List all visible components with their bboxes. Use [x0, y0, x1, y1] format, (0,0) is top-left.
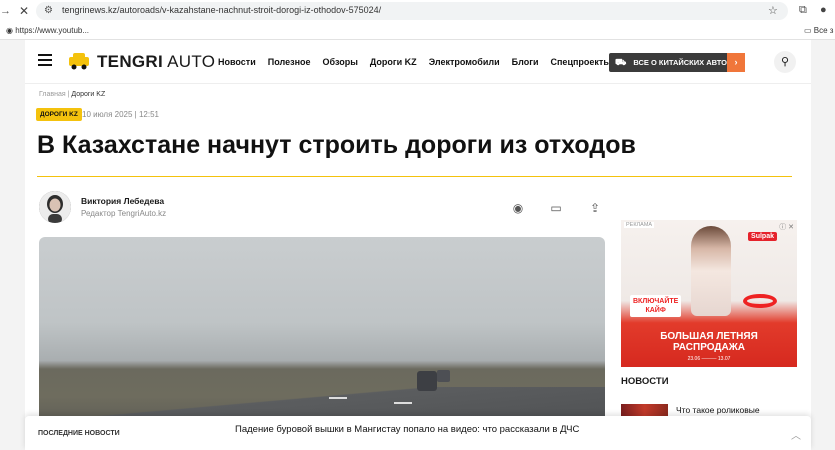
address-bar[interactable]: ⚙ tengrinews.kz/autoroads/v-kazahstane-n…	[36, 2, 788, 20]
news-section-title: НОВОСТИ	[621, 376, 669, 387]
ad-ring-shape	[743, 294, 777, 308]
ad-cta-line1: ВКЛЮЧАЙТЕ	[633, 298, 679, 305]
latest-news-headline[interactable]: Падение буровой вышки в Мангистау попало…	[235, 424, 579, 435]
page: TENGRI AUTO Новости Полезное Обзоры Доро…	[25, 40, 811, 450]
latest-news-bar[interactable]: ПОСЛЕДНИЕ НОВОСТИ Падение буровой вышки …	[25, 416, 811, 450]
comments-icon[interactable]: ▭	[547, 199, 565, 217]
nav-blogs[interactable]: Блоги	[512, 57, 539, 68]
nav-special-label: Спецпроекты	[550, 57, 612, 67]
chinese-cars-button[interactable]: ⛟ ВСЕ О КИТАЙСКИХ АВТО ›	[609, 53, 745, 72]
menu-icon[interactable]	[38, 54, 52, 66]
chevron-up-icon[interactable]: ︿	[791, 427, 801, 442]
url-text[interactable]: tengrinews.kz/autoroads/v-kazahstane-nac…	[62, 5, 381, 15]
site-header: TENGRI AUTO Новости Полезное Обзоры Доро…	[25, 40, 811, 84]
ad-label: РЕКЛАМА	[624, 222, 655, 228]
author-role: Редактор TengriAuto.kz	[81, 209, 167, 218]
latest-news-label: ПОСЛЕДНИЕ НОВОСТИ	[38, 430, 120, 437]
publish-date: 10 июля 2025 | 12:51	[82, 110, 159, 119]
truck-shape	[417, 371, 437, 391]
bookmark-youtube[interactable]: ◉ https://www.youtub...	[6, 26, 89, 35]
ad-cta-line2: КАЙФ	[645, 307, 666, 314]
nav-useful[interactable]: Полезное	[268, 57, 311, 68]
site-settings-icon[interactable]: ⚙	[44, 5, 53, 16]
logo-bold: TENGRI	[97, 52, 164, 71]
breadcrumb-current[interactable]: Дороги KZ	[71, 91, 105, 98]
nav-reviews[interactable]: Обзоры	[323, 57, 358, 68]
title-divider	[37, 176, 792, 177]
main-nav: Новости Полезное Обзоры Дороги KZ Электр…	[218, 57, 633, 68]
ad-sale-line1: БОЛЬШАЯ ЛЕТНЯЯ	[660, 331, 758, 342]
ad-brand: Sulpak	[748, 232, 777, 241]
page-title: В Казахстане начнут строить дороги из от…	[37, 131, 636, 159]
extensions-icon[interactable]: ⧉	[799, 4, 807, 17]
profile-icon[interactable]: ●	[820, 4, 827, 16]
all-bookmarks-label: Все з	[813, 26, 834, 35]
car-icon: ⛟	[615, 56, 627, 67]
ad-person-figure	[691, 226, 731, 316]
ad-close-icon[interactable]: ⓘ ✕	[779, 222, 794, 232]
breadcrumb: Главная | Дороги KZ	[39, 91, 105, 98]
logo-thin: AUTO	[163, 52, 216, 71]
bookmarks-bar: ◉ https://www.youtub... ▭ Все з	[0, 22, 835, 40]
promo-label: ВСЕ О КИТАЙСКИХ АВТО	[633, 58, 728, 67]
ad-dates: 23.06 ——— 13.07	[687, 356, 731, 362]
bookmark-label: https://www.youtub...	[15, 26, 90, 35]
road-marking	[394, 402, 412, 404]
close-icon[interactable]: ✕	[19, 4, 29, 18]
nav-ev[interactable]: Электромобили	[429, 57, 500, 68]
ad-cta: ВКЛЮЧАЙТЕ КАЙФ	[630, 295, 682, 317]
logo-car-icon	[69, 53, 89, 70]
road-marking	[329, 397, 347, 399]
site-logo[interactable]: TENGRI AUTO	[97, 52, 215, 72]
bookmark-star-icon[interactable]: ☆	[768, 4, 778, 17]
truck-shape	[437, 370, 450, 382]
author-name[interactable]: Виктория Лебедева	[81, 196, 164, 206]
avatar-portrait-icon	[39, 191, 71, 223]
ad-banner[interactable]: РЕКЛАМА ⓘ ✕ Sulpak ВКЛЮЧАЙТЕ КАЙФ БОЛЬШАЯ…	[621, 220, 797, 367]
avatar[interactable]	[39, 191, 71, 223]
all-bookmarks[interactable]: ▭ Все з	[804, 26, 833, 35]
search-icon[interactable]: ⚲	[774, 51, 796, 73]
news-item-title[interactable]: Что такое роликовые	[676, 405, 760, 415]
nav-news[interactable]: Новости	[218, 57, 256, 68]
ad-sale-line2: РАСПРОДАЖА	[673, 342, 745, 353]
ad-sale-text: БОЛЬШАЯ ЛЕТНЯЯ РАСПРОДАЖА	[621, 331, 797, 353]
views-eye-icon: ◉	[512, 201, 524, 215]
category-tag[interactable]: ДОРОГИ KZ	[36, 108, 82, 121]
breadcrumb-home[interactable]: Главная	[39, 91, 66, 98]
share-icon[interactable]: ⇪	[586, 199, 604, 217]
browser-toolbar: → ✕ ⚙ tengrinews.kz/autoroads/v-kazahsta…	[0, 0, 835, 22]
back-arrow-icon[interactable]: →	[0, 5, 11, 17]
chevron-right-icon: ›	[727, 53, 745, 72]
nav-roads-kz[interactable]: Дороги KZ	[370, 57, 417, 68]
